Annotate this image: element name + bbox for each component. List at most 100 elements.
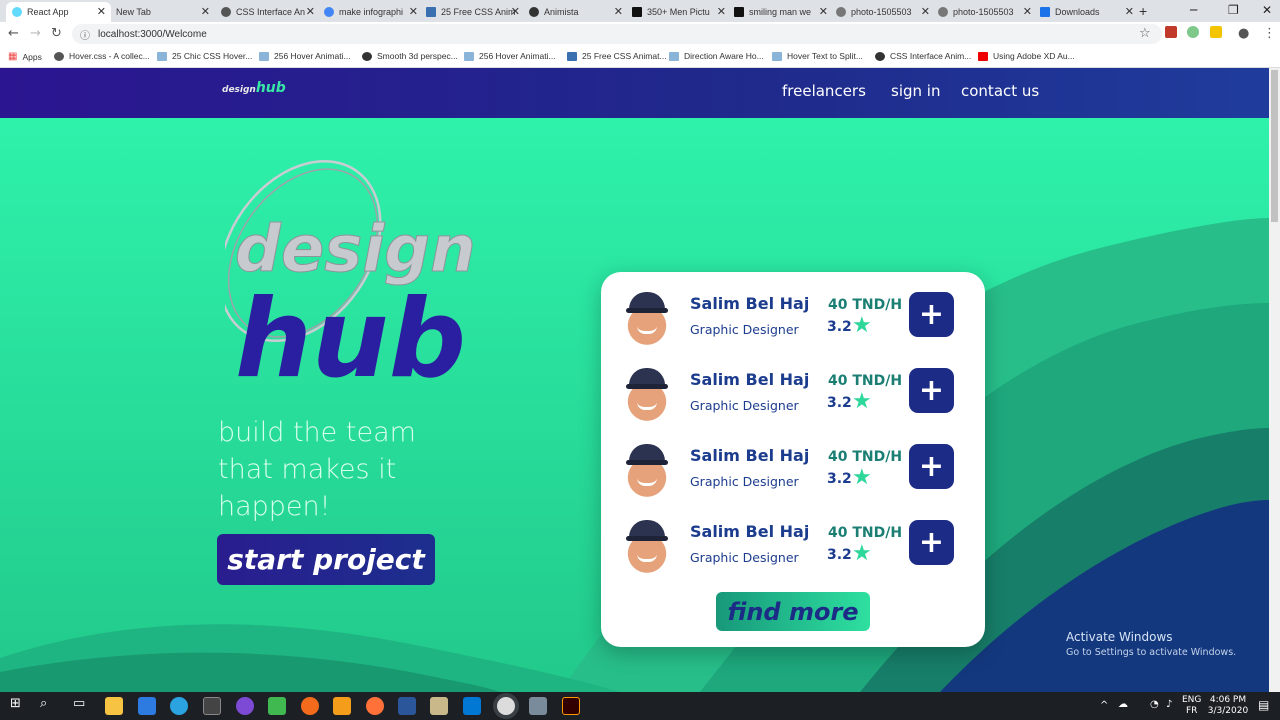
add-freelancer-button[interactable]: +	[909, 292, 954, 337]
close-tab-icon[interactable]: ✕	[921, 5, 930, 18]
reload-icon[interactable]: ↻	[51, 26, 62, 41]
tab-photo-1[interactable]: photo-1505503 ✕	[830, 2, 935, 22]
scrollbar-thumb[interactable]	[1271, 70, 1278, 222]
bookmark-item[interactable]: Hover.css - A collec...	[54, 51, 150, 61]
video-icon[interactable]	[430, 697, 448, 715]
tab-animista[interactable]: Animista ✕	[523, 2, 628, 22]
profile-icon[interactable]: ●	[1238, 26, 1249, 41]
new-tab-button[interactable]: +	[1139, 3, 1147, 19]
bookmark-star-icon[interactable]: ☆	[1139, 26, 1151, 41]
close-tab-icon[interactable]: ✕	[306, 5, 315, 18]
tab-google[interactable]: make infographi ✕	[318, 2, 423, 22]
windows-start-icon[interactable]: ⊞	[10, 696, 21, 711]
tab-smiling-man[interactable]: smiling man we ✕	[728, 2, 833, 22]
clock[interactable]: 4:06 PM 3/3/2020	[1206, 695, 1250, 717]
restore-icon[interactable]: ❐	[1228, 3, 1239, 17]
app-icon[interactable]	[236, 697, 254, 715]
close-tab-icon[interactable]: ✕	[1023, 5, 1032, 18]
telegram-icon[interactable]	[170, 697, 188, 715]
nav-freelancers[interactable]: freelancers	[782, 82, 866, 100]
info-icon[interactable]: ⓘ	[80, 27, 90, 42]
unsplash-icon	[734, 7, 744, 17]
avatar[interactable]	[615, 512, 679, 576]
mail-icon[interactable]	[138, 697, 156, 715]
close-tab-icon[interactable]: ✕	[511, 5, 520, 18]
menu-icon[interactable]: ⋮	[1263, 26, 1276, 41]
illustrator-icon[interactable]	[562, 697, 580, 715]
avatar[interactable]	[615, 360, 679, 424]
tab-free-css[interactable]: 25 Free CSS Anim ✕	[420, 2, 525, 22]
close-tab-icon[interactable]: ✕	[717, 5, 726, 18]
avatar[interactable]	[615, 284, 679, 348]
search-icon[interactable]: ⌕	[40, 696, 47, 711]
tab-new-tab[interactable]: New Tab ✕	[110, 2, 215, 22]
start-project-button[interactable]: start project	[217, 534, 435, 585]
hero-tagline: build the team that makes it happen!	[218, 417, 416, 522]
avatar[interactable]	[615, 436, 679, 500]
volume-icon[interactable]: ♪	[1166, 699, 1172, 710]
add-freelancer-button[interactable]: +	[909, 520, 954, 565]
freelancer-name[interactable]: Salim Bel Haj	[690, 522, 809, 541]
close-tab-icon[interactable]: ✕	[201, 5, 210, 18]
notifications-icon[interactable]: ▤	[1258, 698, 1269, 712]
freelancer-name[interactable]: Salim Bel Haj	[690, 446, 809, 465]
file-explorer-icon[interactable]	[105, 697, 123, 715]
nav-contact-us[interactable]: contact us	[961, 82, 1039, 100]
extension-icon[interactable]	[1187, 26, 1199, 38]
terminal-icon[interactable]	[203, 697, 221, 715]
app-icon[interactable]	[301, 697, 319, 715]
page-scrollbar[interactable]	[1269, 68, 1280, 692]
add-freelancer-button[interactable]: +	[909, 368, 954, 413]
chevron-up-icon[interactable]: ^	[1100, 700, 1108, 711]
bookmark-item[interactable]: CSS Interface Anim...	[875, 51, 971, 61]
close-window-icon[interactable]: ✕	[1262, 3, 1272, 17]
git-icon[interactable]	[529, 697, 547, 715]
bookmark-item[interactable]: Using Adobe XD Au...	[978, 51, 1075, 61]
tab-react-app[interactable]: React App ✕	[6, 2, 111, 22]
header-logo[interactable]: designhub	[222, 80, 286, 96]
forward-icon[interactable]: →	[30, 26, 41, 41]
freelancer-name[interactable]: Salim Bel Haj	[690, 294, 809, 313]
task-view-icon[interactable]: ▭	[73, 696, 85, 711]
close-tab-icon[interactable]: ✕	[819, 5, 828, 18]
tab-photo-2[interactable]: photo-1505503 ✕	[932, 2, 1037, 22]
tab-men-pictures[interactable]: 350+ Men Pictu ✕	[626, 2, 731, 22]
find-more-button[interactable]: find more	[716, 592, 870, 631]
bookmark-item[interactable]: Direction Aware Ho...	[669, 51, 764, 61]
bookmark-item[interactable]: 25 Chic CSS Hover...	[157, 51, 252, 61]
bookmark-item[interactable]: 25 Free CSS Animat...	[567, 51, 667, 61]
network-icon[interactable]: ◔	[1150, 699, 1159, 710]
freelancer-score: 3.2	[827, 547, 852, 563]
url-field[interactable]: ⓘ localhost:3000/Welcome	[72, 24, 1162, 44]
bookmark-item[interactable]: 256 Hover Animati...	[259, 51, 351, 61]
close-tab-icon[interactable]: ✕	[1125, 5, 1134, 18]
extension-icon[interactable]	[1165, 26, 1177, 38]
close-tab-icon[interactable]: ✕	[97, 5, 106, 18]
close-tab-icon[interactable]: ✕	[409, 5, 418, 18]
chrome-icon[interactable]	[497, 697, 515, 715]
bookmark-item[interactable]: Hover Text to Split...	[772, 51, 863, 61]
extension-icon[interactable]	[1210, 26, 1222, 38]
freelancer-rate: 40 TND/H	[828, 373, 903, 389]
close-tab-icon[interactable]: ✕	[614, 5, 623, 18]
hero-logo: design hub	[225, 159, 475, 391]
vscode-icon[interactable]	[463, 697, 481, 715]
add-freelancer-button[interactable]: +	[909, 444, 954, 489]
tab-downloads[interactable]: Downloads ✕	[1034, 2, 1139, 22]
language-indicator[interactable]: ENG FR	[1182, 695, 1201, 717]
bookmark-item[interactable]: 256 Hover Animati...	[464, 51, 556, 61]
back-icon[interactable]: ←	[8, 26, 19, 41]
cloud-icon[interactable]: ☁	[1118, 699, 1128, 710]
freelancer-score: 3.2	[827, 471, 852, 487]
bookmark-icon	[464, 51, 474, 61]
bookmark-item[interactable]: Smooth 3d perspec...	[362, 51, 458, 61]
firefox-icon[interactable]	[366, 697, 384, 715]
bookmark-apps[interactable]: ▦ Apps	[8, 51, 42, 62]
minimize-icon[interactable]: ─	[1190, 3, 1197, 17]
sublime-icon[interactable]	[333, 697, 351, 715]
word-icon[interactable]	[398, 697, 416, 715]
tab-css-interface[interactable]: CSS Interface An ✕	[215, 2, 320, 22]
app-icon[interactable]	[268, 697, 286, 715]
freelancer-name[interactable]: Salim Bel Haj	[690, 370, 809, 389]
nav-sign-in[interactable]: sign in	[891, 82, 940, 100]
